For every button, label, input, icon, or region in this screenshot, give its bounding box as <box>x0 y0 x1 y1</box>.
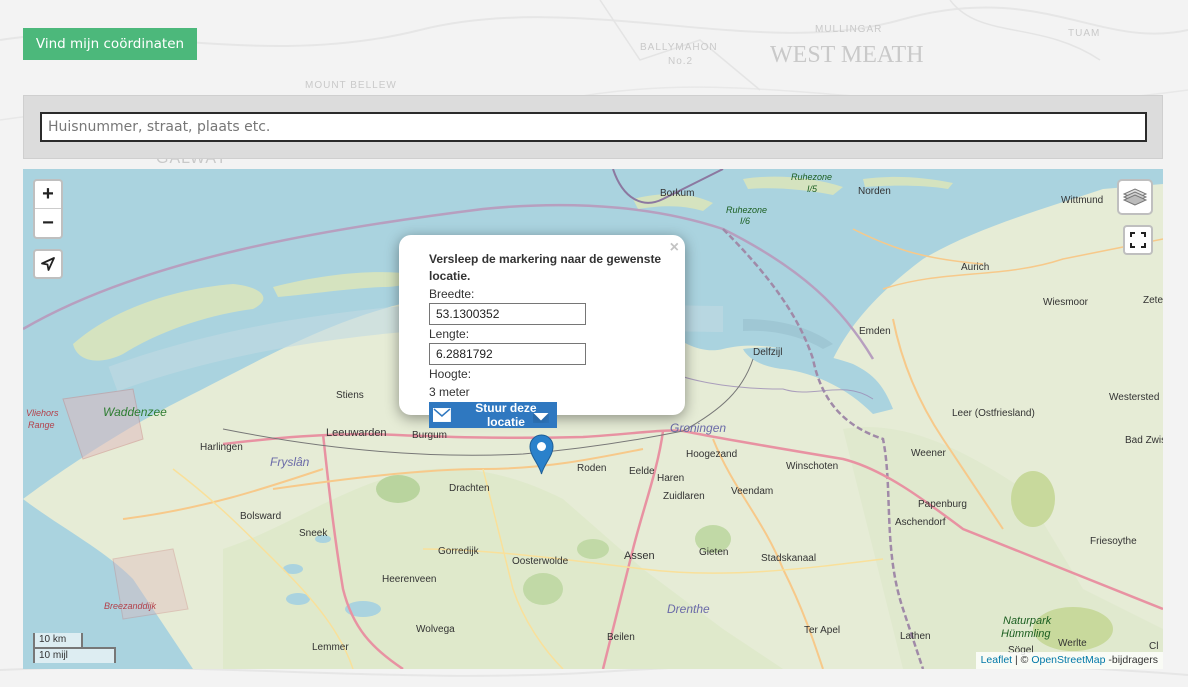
region-naturpark: Naturpark <box>1003 615 1052 627</box>
place-borkum: Borkum <box>660 188 695 199</box>
region-humming: Hümmling <box>1001 628 1051 640</box>
place-drachten: Drachten <box>449 483 490 494</box>
place-beilen: Beilen <box>607 632 635 643</box>
place-wittmund: Wittmund <box>1061 195 1104 206</box>
place-zete: Zete <box>1143 295 1163 306</box>
place-norden: Norden <box>858 186 891 197</box>
fullscreen-icon <box>1130 232 1146 248</box>
place-haren: Haren <box>657 473 685 484</box>
bg-label-tuam: TUAM <box>1068 28 1101 39</box>
location-marker-icon[interactable] <box>529 434 554 475</box>
place-harlingen: Harlingen <box>200 442 243 453</box>
zoom-out-button[interactable]: − <box>35 209 61 237</box>
longitude-field[interactable] <box>429 343 586 365</box>
place-gorredijk: Gorredijk <box>438 546 479 557</box>
place-veendam: Veendam <box>731 486 774 497</box>
leaflet-link[interactable]: Leaflet <box>981 654 1013 666</box>
place-zuidlaren: Zuidlaren <box>663 491 705 502</box>
place-wiesmoor: Wiesmoor <box>1043 297 1089 308</box>
attribution-suffix: -bijdragers <box>1105 654 1158 666</box>
place-bad-zwischenahn: Bad Zwis <box>1125 435 1163 446</box>
map[interactable]: Borkum Norden Wittmund Aurich Wiesmoor Z… <box>23 169 1163 669</box>
popup-tip <box>533 413 549 423</box>
place-aschendorf: Aschendorf <box>895 517 946 528</box>
scale-miles: 10 mijl <box>33 647 116 663</box>
place-wolvega: Wolvega <box>416 624 455 635</box>
region-fryslan: Fryslân <box>270 455 310 469</box>
altitude-label: Hoogte: <box>429 367 472 381</box>
region-ruhezone-15-num: I/5 <box>807 184 818 194</box>
place-heerenveen: Heerenveen <box>382 574 437 585</box>
place-weener: Weener <box>911 448 946 459</box>
region-breezanddijk: Breezanddijk <box>104 601 157 611</box>
place-papenburg: Papenburg <box>918 499 967 510</box>
region-ruhezone-16: Ruhezone <box>726 205 768 215</box>
place-oosterwolde: Oosterwolde <box>512 556 569 567</box>
place-sneek: Sneek <box>299 528 328 539</box>
region-groningen: Groningen <box>670 421 727 435</box>
map-attribution: Leaflet | © OpenStreetMap -bijdragers <box>975 652 1163 669</box>
place-bolsward: Bolsward <box>240 511 282 522</box>
place-lemmer: Lemmer <box>312 642 349 653</box>
place-leer: Leer (Ostfriesland) <box>952 408 1035 419</box>
latitude-label: Breedte: <box>429 287 475 301</box>
osm-link[interactable]: OpenStreetMap <box>1031 654 1105 666</box>
place-leeuwarden: Leeuwarden <box>326 427 387 439</box>
altitude-value: 3 meter <box>429 385 470 399</box>
place-westerstede: Westersted <box>1109 392 1160 403</box>
place-stadskanaal: Stadskanaal <box>761 553 817 564</box>
longitude-label: Lengte: <box>429 327 470 341</box>
region-drenthe: Drenthe <box>667 602 710 616</box>
place-lathen: Lathen <box>900 631 931 642</box>
envelope-icon <box>433 408 451 422</box>
location-popup: × Versleep de markering naar de gewenste… <box>399 235 685 415</box>
popup-close-button[interactable]: × <box>670 239 679 257</box>
address-search-input[interactable] <box>40 112 1147 142</box>
layers-button[interactable] <box>1117 179 1153 215</box>
place-assen: Assen <box>624 550 655 562</box>
place-werlte: Werlte <box>1058 638 1087 649</box>
zoom-control: + − <box>33 179 63 239</box>
search-panel <box>23 95 1163 159</box>
bg-label-mountbellew: MOUNT BELLEW <box>305 80 397 91</box>
place-emden: Emden <box>859 326 891 337</box>
place-burgum: Burgum <box>412 430 448 441</box>
bg-label-no2: No.2 <box>668 56 694 67</box>
zoom-in-button[interactable]: + <box>35 181 61 209</box>
place-aurich: Aurich <box>961 262 990 273</box>
region-ruhezone-15: Ruhezone <box>791 172 833 182</box>
locate-button[interactable] <box>33 249 63 279</box>
latitude-field[interactable] <box>429 303 586 325</box>
place-roden: Roden <box>577 463 607 474</box>
region-waddenzee: Waddenzee <box>103 405 167 419</box>
map-scale: 10 km 10 mijl <box>33 633 116 663</box>
place-hoogezand: Hoogezand <box>686 449 738 460</box>
attribution-separator: | © <box>1012 654 1032 666</box>
place-gieten: Gieten <box>699 547 729 558</box>
layers-icon <box>1122 188 1148 206</box>
region-range: Range <box>28 420 55 430</box>
place-delfzijl: Delfzijl <box>753 347 783 358</box>
find-coordinates-button[interactable]: Vind mijn coördinaten <box>23 28 197 60</box>
fullscreen-button[interactable] <box>1123 225 1153 255</box>
place-stiens: Stiens <box>336 390 364 401</box>
region-ruhezone-16-num: I/6 <box>740 216 751 226</box>
bg-label-westmeath: WEST MEATH <box>770 42 924 68</box>
region-vliehors: Vliehors <box>26 408 59 418</box>
place-cl: Cl <box>1149 641 1159 652</box>
place-friesoythe: Friesoythe <box>1090 536 1137 547</box>
navigation-arrow-icon <box>41 257 55 271</box>
place-ter-apel: Ter Apel <box>804 625 841 636</box>
place-eelde: Eelde <box>629 466 655 477</box>
popup-title: Versleep de markering naar de gewenste l… <box>429 252 662 283</box>
bg-label-mullingar: MULLINGAR <box>815 24 883 35</box>
place-winschoten: Winschoten <box>786 461 839 472</box>
bg-label-ballymahon: BALLYMAHON <box>640 42 718 53</box>
